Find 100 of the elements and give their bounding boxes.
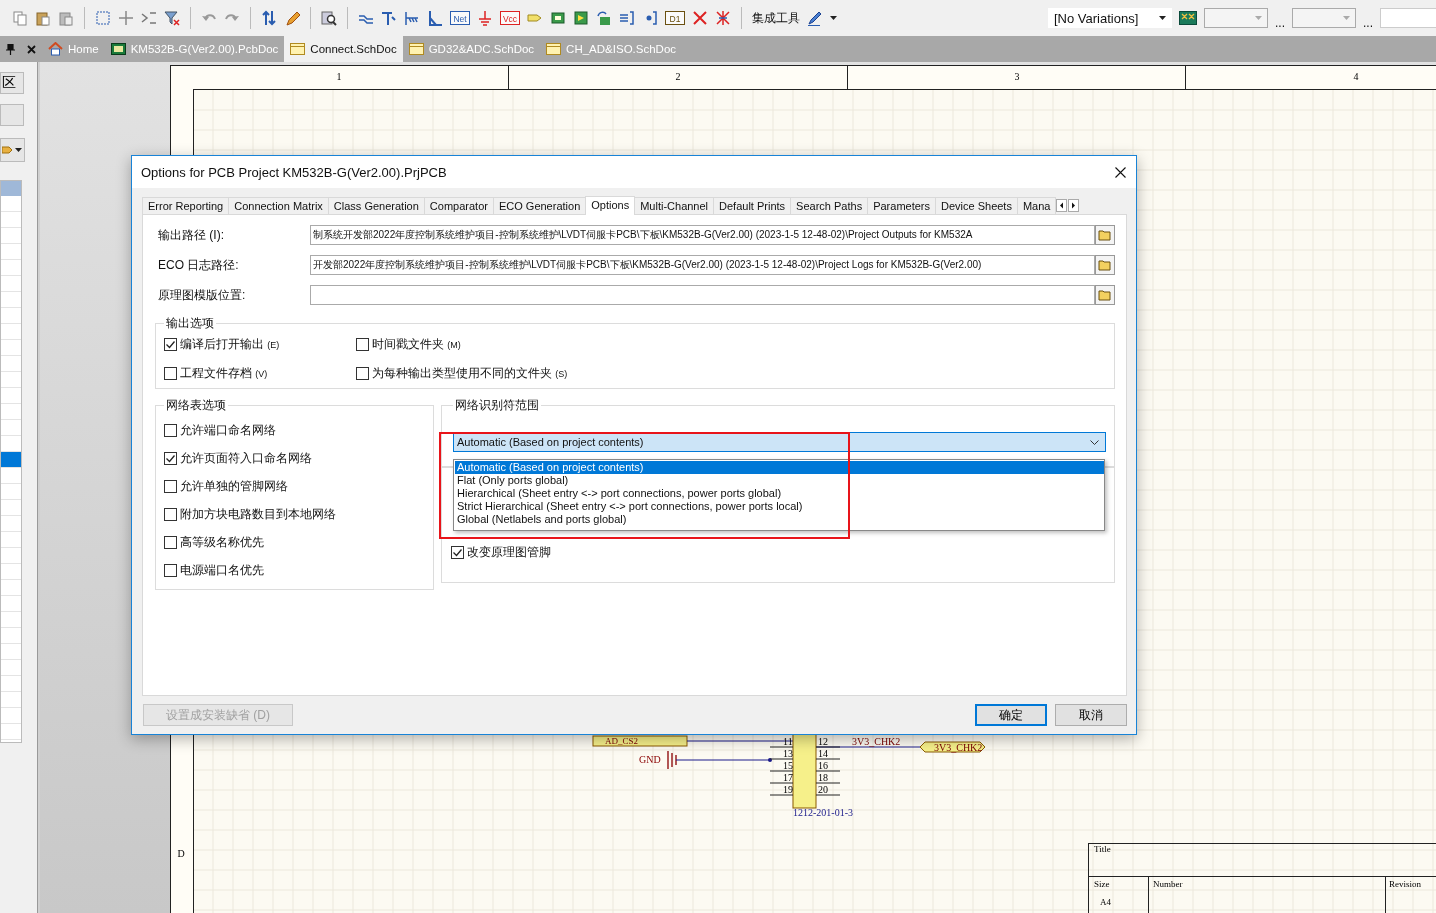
combo-box[interactable] [1292,8,1356,28]
move-icon[interactable] [118,10,134,26]
cancel-button[interactable]: 取消 [1055,704,1127,726]
bus-icon[interactable] [381,10,397,26]
checkbox-label: 附加方块电路数目到本地网络 [180,505,336,523]
checkbox[interactable] [164,563,177,577]
field-label: 输出路径 (I): [157,226,225,244]
swap-arrows-icon[interactable] [261,10,277,26]
arrows-icon[interactable] [141,10,157,26]
pin-number: 16 [818,760,828,771]
junction-dot [768,758,772,762]
bus-entry-icon[interactable] [404,10,420,26]
variant-combo[interactable]: [No Variations] [1047,8,1172,28]
checkbox-label: 允许端口命名网络 [180,421,276,439]
dropdown-option[interactable]: Hierarchical (Sheet entry <-> port connections, power ports global) [455,487,1104,500]
dropdown-option[interactable]: Global (Netlabels and ports global) [455,513,1104,526]
folder-icon[interactable] [1095,255,1115,275]
pin-number: 13 [783,748,793,759]
close-icon[interactable] [27,44,36,54]
revision-label: Revision [1389,879,1421,889]
tab[interactable]: Options [585,196,636,215]
pencil-icon[interactable] [807,10,823,26]
checkbox-label: 高等级名称优先 [180,533,264,551]
pin-number: 11 [783,736,793,747]
checkbox[interactable] [164,367,177,380]
dropdown-option[interactable]: Strict Hierarchical (Sheet entry <-> port connections, power ports local) [455,500,1104,513]
board-icon[interactable] [1178,11,1197,25]
folder-icon[interactable] [1095,225,1115,245]
document-tab[interactable]: Connect.SchDoc [284,36,403,62]
scroll-left-icon[interactable] [1056,199,1068,212]
home-icon [48,42,63,56]
dialog-title: Options for PCB Project KM532B-G(Ver2.00).PrjPCB [141,164,447,180]
pin-number: 19 [783,784,793,795]
net-label-icon[interactable]: Net [450,11,470,25]
tab[interactable]: Error Reporting [142,197,230,214]
more-button[interactable]: ... [1363,16,1373,30]
port-symbol: 3V3_CHK2 [919,741,986,753]
chevron-down-icon [1090,439,1099,445]
ground-icon[interactable] [477,10,493,26]
tool-label[interactable]: 集成工具 [752,9,800,27]
ok-button[interactable]: 确定 [975,704,1047,726]
checkbox[interactable] [164,451,177,465]
copy-icon[interactable] [12,10,28,26]
chip-icon[interactable] [550,10,566,26]
angle-line-icon[interactable] [427,10,443,26]
pencil-icon[interactable] [284,10,300,26]
group-title: 输出选项 [165,315,215,332]
checkbox-label: 改变原理图管脚 [467,544,551,561]
pin-icon[interactable] [6,43,15,55]
checkbox[interactable] [356,338,369,351]
magnifier-icon[interactable] [321,10,337,26]
pin-number: 15 [783,760,793,771]
panel-button[interactable] [0,104,24,126]
sheet-symbol-icon[interactable] [573,10,589,26]
column-label: 4 [1353,71,1359,82]
checkbox-label: 编译后打开输出 (E) [180,336,280,353]
dropdown-option[interactable]: Automatic (Based on project contents) [455,461,1104,474]
document-icon [546,43,562,55]
number-label: Number [1153,879,1183,889]
more-button[interactable]: ... [1274,16,1285,30]
checkbox[interactable] [164,507,177,521]
paste-icon[interactable] [58,10,74,26]
column-label: 2 [675,71,681,82]
list-row[interactable] [1,452,21,468]
designator-icon[interactable]: D1 [665,11,685,25]
caret-icon[interactable] [830,16,837,20]
pin-number: 12 [818,736,828,747]
scroll-right-icon[interactable] [1068,199,1080,212]
bracket-arrows-icon[interactable] [619,10,635,26]
checkbox[interactable] [164,338,177,351]
power-port-icon[interactable]: Vcc [500,11,520,25]
checkbox[interactable] [164,535,177,549]
pin-number: 14 [818,748,828,759]
paste-icon[interactable] [35,10,51,26]
path-field[interactable]: 开发部2022年度控制系统维护项目-控制系统维护\LVDT伺服卡PCB\下板\KM532B-G(Ver2.00) (2023-1-5 12-48-02)\Project Logs for KM532B-G(Ver2.00) [310,255,1095,275]
path-field[interactable] [310,285,1095,305]
document-icon [408,43,424,55]
dropdown-option[interactable]: Flat (Only ports global) [455,474,1104,487]
tab[interactable]: Comparator [423,197,494,214]
select-icon[interactable] [95,10,111,26]
path-field[interactable]: 制系统开发部2022年度控制系统维护项目-控制系统维护\LVDT伺服卡PCB\下板\KM532B-G(Ver2.00) (2023-1-5 12-48-02)\Project Outputs for KM532A [310,225,1095,245]
column-label: 1 [336,71,342,82]
folder-icon[interactable] [1095,285,1115,305]
combo-box[interactable] [1380,8,1436,28]
checkbox[interactable] [356,367,369,380]
caret-icon[interactable] [1158,16,1166,20]
combo-box[interactable] [1203,8,1268,28]
cross-icon[interactable] [692,10,708,26]
panel-button[interactable]: 区 [0,72,24,94]
row-label: D [177,848,185,859]
scope-combo[interactable]: Automatic (Based on project contents) [453,432,1106,452]
board-icon [110,43,126,55]
net-label: 3V3_CHK2 [852,736,901,747]
checkbox[interactable] [164,423,177,437]
checkbox[interactable] [164,479,177,493]
filter-icon[interactable] [164,10,180,26]
tab[interactable]: Mana [1016,197,1057,214]
double-cross-icon[interactable] [715,10,731,26]
close-icon[interactable] [1115,166,1126,178]
checkbox[interactable] [451,546,464,559]
